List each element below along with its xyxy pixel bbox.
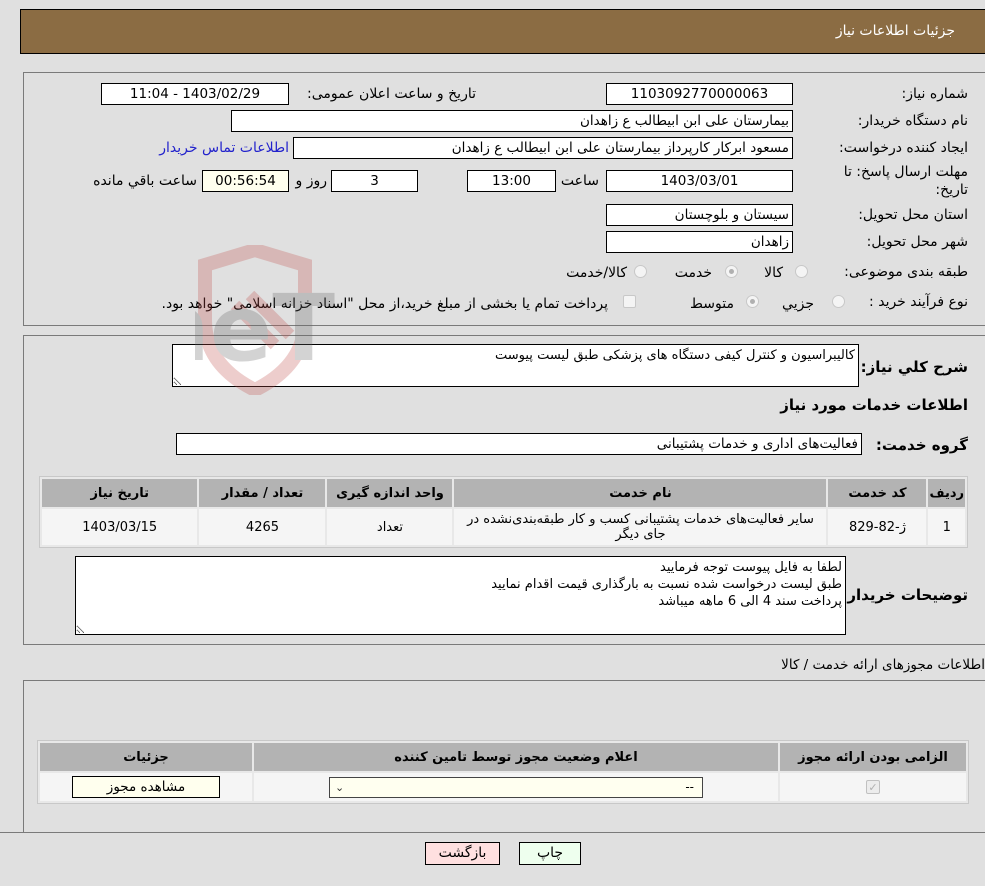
category-option-service: خدمت: [674, 265, 712, 281]
col-permit-status: اعلام وضعیت مجوز توسط تامین کننده: [254, 743, 778, 771]
permits-table-header: الزامی بودن ارائه مجوز اعلام وضعیت مجوز …: [40, 743, 966, 771]
deadline-label-line2: تاریخ:: [935, 182, 968, 198]
footer-divider: [0, 832, 985, 833]
announce-label: تاریخ و ساعت اعلان عمومی:: [307, 86, 476, 102]
remaining-time-field: 00:56:54: [202, 170, 289, 192]
deadline-date-field: 1403/03/01: [606, 170, 793, 192]
buyer-notes-label: توضیحات خریدار:: [841, 586, 968, 604]
deadline-label-line1: مهلت ارسال پاسخ: تا: [843, 164, 968, 180]
creator-label: ایجاد کننده درخواست:: [839, 140, 968, 156]
treasury-checkbox[interactable]: [623, 295, 636, 308]
permit-required-checkbox[interactable]: ✓: [866, 779, 880, 794]
need-summary-textarea[interactable]: کالیبراسیون و کنترل کیفی دستگاه های پزشک…: [172, 344, 859, 387]
cell-quantity: 4265: [199, 509, 326, 545]
services-table: ردیف کد خدمت نام خدمت واحد اندازه گیری ت…: [39, 476, 968, 548]
announce-datetime-field: 1403/02/29 - 11:04: [101, 83, 289, 105]
buyer-contact-link[interactable]: اطلاعات تماس خریدار: [159, 140, 289, 156]
process-option-minor: جزيي: [782, 296, 814, 312]
deadline-time-label: ساعت: [560, 173, 599, 189]
remaining-time-label: ساعت باقي مانده: [93, 173, 197, 189]
permit-status-selected: --: [685, 779, 694, 794]
permits-table: الزامی بودن ارائه مجوز اعلام وضعیت مجوز …: [37, 740, 969, 804]
cell-unit: تعداد: [327, 509, 453, 545]
cell-permit-details: مشاهده مجوز: [40, 773, 252, 801]
category-option-goods-service: کالا/خدمت: [566, 265, 627, 281]
process-radio-minor[interactable]: [832, 295, 845, 308]
permit-status-select[interactable]: -- ⌄: [329, 776, 703, 798]
col-quantity: تعداد / مقدار: [199, 479, 326, 507]
cell-service-name: سایر فعالیت‌های خدمات پشتیبانی کسب و کار…: [454, 509, 827, 545]
cell-row-number: 1: [928, 509, 965, 545]
services-table-header: ردیف کد خدمت نام خدمت واحد اندازه گیری ت…: [42, 479, 965, 507]
col-service-code: کد خدمت: [828, 479, 927, 507]
category-option-goods: کالا: [764, 265, 783, 281]
col-permit-required: الزامی بودن ارائه مجوز: [780, 743, 966, 771]
province-label: استان محل تحویل:: [858, 207, 968, 223]
back-button[interactable]: بازگشت: [425, 842, 500, 865]
need-summary-label: شرح کلي نياز:: [860, 358, 968, 376]
need-number-field: 1103092770000063: [606, 83, 793, 105]
province-field: سیستان و بلوچستان: [606, 204, 793, 226]
days-label: روز و: [295, 173, 328, 189]
cell-need-date: 1403/03/15: [42, 509, 198, 545]
permits-section-title: اطلاعات مجوزهای ارائه خدمت / کالا: [781, 657, 985, 673]
category-radio-goods[interactable]: [795, 265, 808, 278]
process-radio-medium[interactable]: [746, 295, 759, 308]
col-need-date: تاریخ نیاز: [42, 479, 198, 507]
purchase-process-label: نوع فرآیند خرید :: [869, 294, 968, 310]
buyer-org-label: نام دستگاه خریدار:: [857, 113, 968, 129]
col-service-name: نام خدمت: [454, 479, 827, 507]
view-permit-button[interactable]: مشاهده مجوز: [72, 776, 220, 798]
creator-field: مسعود ابرکار کارپرداز بیمارستان علی ابن …: [293, 137, 793, 159]
city-label: شهر محل تحویل:: [866, 234, 968, 250]
chevron-down-icon: ⌄: [335, 780, 345, 794]
buyer-notes-textarea[interactable]: لطفا به فایل پیوست توجه فرمایید طبق لیست…: [75, 556, 846, 635]
col-row-number: ردیف: [928, 479, 965, 507]
page-title: جزئیات اطلاعات نیاز: [835, 23, 955, 39]
services-section-title: اطلاعات خدمات مورد نیاز: [780, 396, 968, 414]
cell-service-code: ژ-82-829: [828, 509, 927, 545]
process-option-medium: متوسط: [690, 296, 734, 312]
table-row: 1 ژ-82-829 سایر فعالیت‌های خدمات پشتیبان…: [42, 509, 965, 545]
cell-permit-required: ✓: [780, 773, 966, 801]
city-field: زاهدان: [606, 231, 793, 253]
category-label: طبقه بندی موضوعی:: [844, 264, 968, 280]
category-radio-service[interactable]: [725, 265, 738, 278]
deadline-time-field: 13:00: [467, 170, 556, 192]
service-group-label: گروه خدمت:: [875, 436, 968, 454]
cell-permit-status: -- ⌄: [254, 773, 778, 801]
col-permit-details: جزئیات: [40, 743, 252, 771]
table-row: ✓ -- ⌄ مشاهده مجوز: [40, 773, 966, 801]
days-remaining-field: 3: [331, 170, 418, 192]
need-number-label: شماره نیاز:: [901, 86, 969, 102]
page-header: جزئیات اطلاعات نیاز: [20, 9, 985, 54]
service-group-field: فعالیت‌های اداری و خدمات پشتیبانی: [176, 433, 862, 455]
col-unit: واحد اندازه گیری: [327, 479, 453, 507]
print-button[interactable]: چاپ: [519, 842, 581, 865]
category-radio-goods-service[interactable]: [634, 265, 647, 278]
buyer-org-field: بیمارستان علی ابن ابیطالب ع زاهدان: [231, 110, 793, 132]
treasury-note: پرداخت تمام یا بخشی از مبلغ خرید،از محل …: [161, 296, 608, 312]
